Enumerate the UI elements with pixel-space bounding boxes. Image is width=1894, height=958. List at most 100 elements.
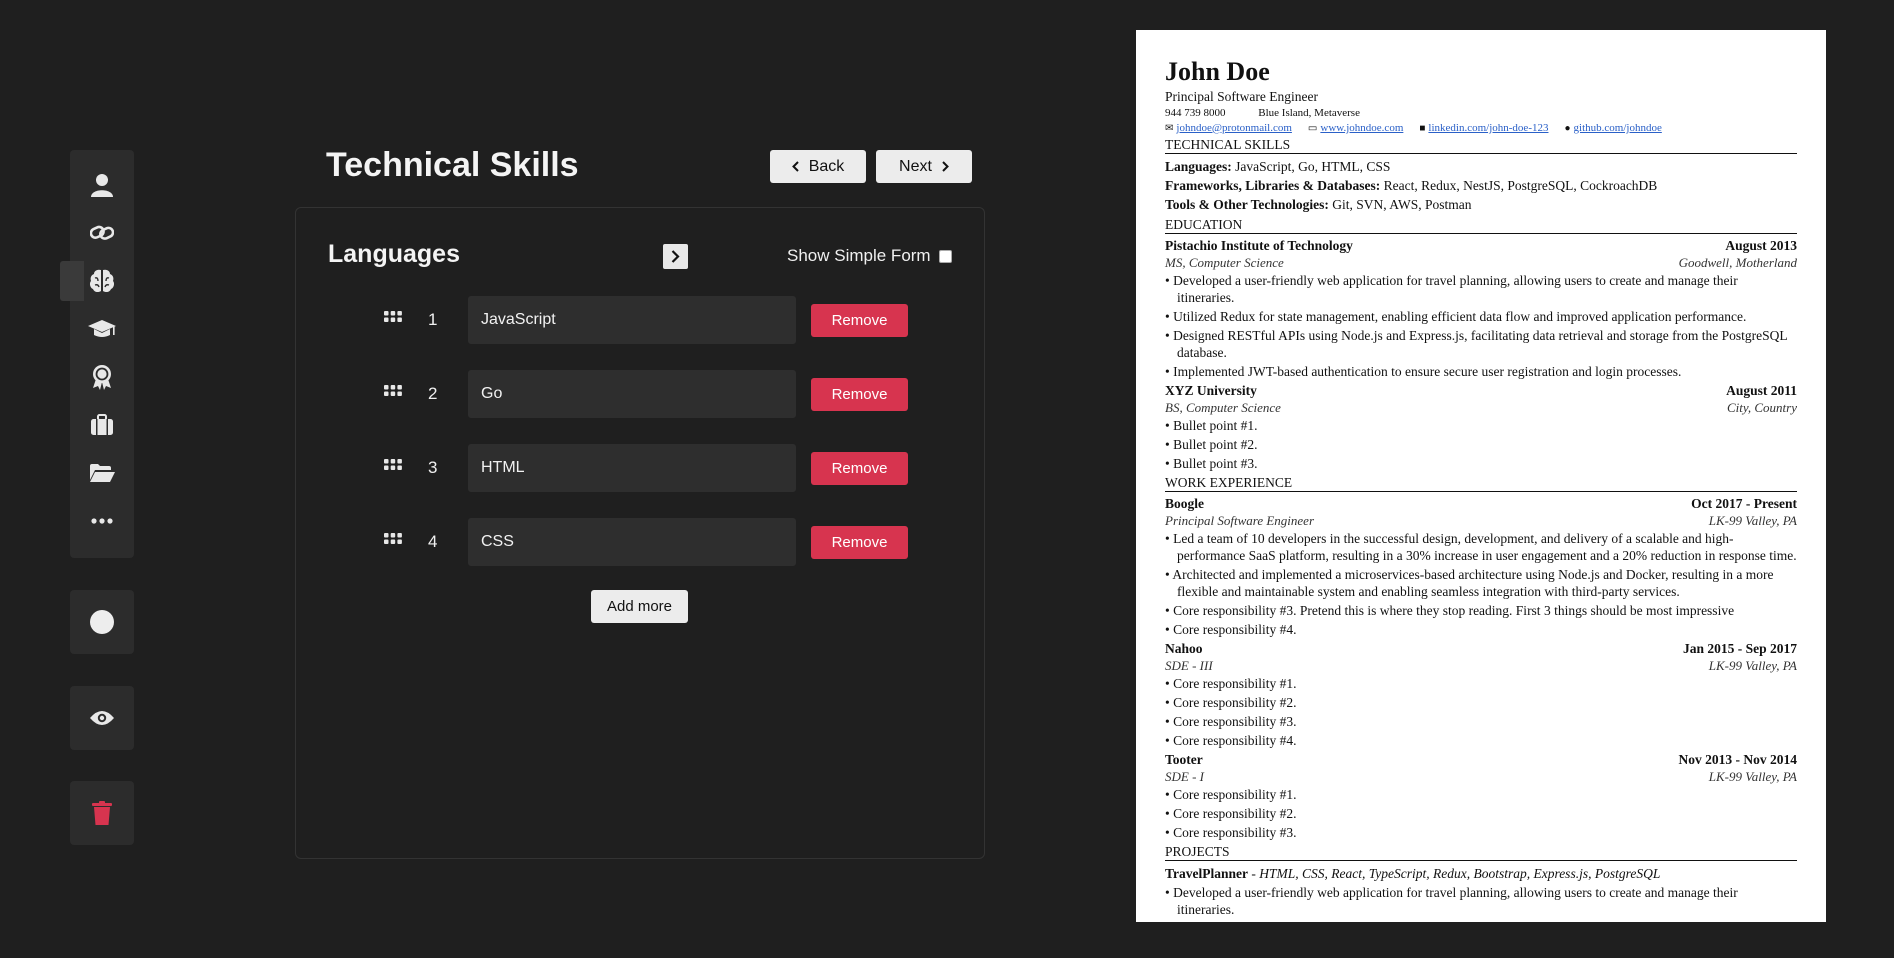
resume-bullet: Implemented JWT-based authentication to …: [1165, 363, 1797, 380]
resume-entry-header: Tooter Nov 2013 - Nov 2014: [1165, 751, 1797, 767]
nav-links[interactable]: [70, 213, 134, 253]
skill-index: 1: [428, 310, 438, 329]
resume-name: John Doe: [1165, 57, 1270, 86]
next-button-label: Next: [899, 157, 932, 175]
simple-form-label: Show Simple Form: [787, 246, 931, 265]
resume-linkedin-link[interactable]: linkedin.com/john-doe-123: [1428, 122, 1548, 134]
next-button[interactable]: Next: [876, 150, 972, 183]
resume-bullet: Core responsibility #2.: [1165, 805, 1797, 822]
resume-bullet: Designed RESTful APIs using Node.js and …: [1165, 327, 1797, 361]
resume-bullet: Core responsibility #4.: [1165, 621, 1797, 638]
resume-github-link[interactable]: github.com/johndoe: [1574, 122, 1662, 134]
back-button-label: Back: [808, 157, 845, 175]
page-title: Technical Skills: [326, 146, 579, 184]
resume-title: Principal Software Engineer: [1165, 88, 1318, 104]
add-more-button[interactable]: Add more: [591, 590, 688, 623]
skill-input[interactable]: [468, 444, 796, 492]
theme-button[interactable]: [70, 590, 134, 654]
eye-icon: [90, 711, 114, 725]
resume-bullet: Architected and implemented a microservi…: [1165, 566, 1797, 600]
nav-certifications[interactable]: [70, 357, 134, 397]
resume-skill-line: Frameworks, Libraries & Databases: React…: [1165, 177, 1658, 193]
resume-location: Blue Island, Metaverse: [1258, 106, 1360, 119]
resume-email-link[interactable]: johndoe@protonmail.com: [1176, 122, 1292, 134]
resume-entry-header: Boogle Oct 2017 - Present: [1165, 495, 1797, 511]
resume-entry-header: Nahoo Jan 2015 - Sep 2017: [1165, 640, 1797, 656]
nav-more[interactable]: [70, 501, 134, 541]
resume-bullet: Developed a user-friendly web applicatio…: [1165, 884, 1797, 918]
resume-links: ✉ johndoe@protonmail.com ▭ www.johndoe.com…: [1165, 122, 1797, 134]
skills-panel: Languages Show Simple Form 1 Remove 2 Re…: [295, 207, 985, 859]
github-icon: ●: [1564, 122, 1571, 134]
resume-work-heading: WORK EXPERIENCE: [1165, 474, 1797, 492]
resume-contact-meta: 944 739 8000 Blue Island, Metaverse: [1165, 107, 1797, 119]
briefcase-icon: [91, 414, 113, 435]
circle-icon: [90, 610, 114, 634]
resume-bullet: Bullet point #3.: [1165, 455, 1797, 472]
resume-bullet: Core responsibility #3.: [1165, 713, 1797, 730]
chevron-right-icon: [671, 250, 680, 263]
drag-handle-icon[interactable]: [384, 311, 402, 327]
remove-button[interactable]: Remove: [811, 526, 908, 559]
resume-bullet: Bullet point #2.: [1165, 436, 1797, 453]
drag-handle-icon[interactable]: [384, 533, 402, 549]
resume-entry-subheader: BS, Computer Science City, Country: [1165, 399, 1797, 415]
skill-row: 2 Remove: [296, 370, 984, 420]
resume-bullet: Bullet point #1.: [1165, 417, 1797, 434]
delete-button[interactable]: [70, 781, 134, 845]
brain-icon: [89, 269, 115, 293]
skill-row: 4 Remove: [296, 518, 984, 568]
skill-index: 2: [428, 384, 438, 403]
chevron-right-icon: [942, 161, 949, 172]
resume-bullet: Developed a user-friendly web applicatio…: [1165, 272, 1797, 306]
folder-open-icon: [90, 464, 115, 482]
preview-button[interactable]: [70, 686, 134, 750]
resume-skill-line: Tools & Other Technologies: Git, SVN, AW…: [1165, 196, 1472, 212]
drag-handle-icon[interactable]: [384, 385, 402, 401]
expand-section-button[interactable]: [663, 244, 688, 269]
nav-skills[interactable]: [60, 261, 134, 301]
resume-skills-heading: TECHNICAL SKILLS: [1165, 136, 1797, 154]
nav-education[interactable]: [70, 309, 134, 349]
resume-bullet: Led a team of 10 developers in the succe…: [1165, 530, 1797, 564]
skill-input[interactable]: [468, 518, 796, 566]
remove-button[interactable]: Remove: [811, 378, 908, 411]
nav-personal-info[interactable]: [70, 165, 134, 205]
skill-input[interactable]: [468, 296, 796, 344]
resume-bullet: Core responsibility #1.: [1165, 675, 1797, 692]
back-button[interactable]: Back: [770, 150, 866, 183]
drag-handle-icon[interactable]: [384, 459, 402, 475]
trash-icon: [92, 801, 112, 825]
user-icon: [91, 174, 113, 197]
linkedin-icon: ■: [1419, 122, 1426, 134]
link-icon: [90, 225, 114, 240]
simple-form-checkbox[interactable]: [938, 249, 952, 263]
resume-entry-subheader: SDE - I LK-99 Valley, PA: [1165, 768, 1797, 784]
resume-bullet: Core responsibility #3.: [1165, 824, 1797, 841]
remove-button[interactable]: Remove: [811, 304, 908, 337]
sidebar-nav: [60, 150, 134, 558]
resume-entry-header: XYZ University August 2011: [1165, 382, 1797, 398]
skill-input[interactable]: [468, 370, 796, 418]
chevron-left-icon: [791, 161, 799, 172]
resume-skill-line: Languages: JavaScript, Go, HTML, CSS: [1165, 158, 1391, 174]
skill-index: 4: [428, 532, 438, 551]
graduation-cap-icon: [88, 320, 116, 337]
remove-button[interactable]: Remove: [811, 452, 908, 485]
resume-bullet: Utilized Redux for state management, ena…: [1165, 308, 1797, 325]
resume-entry-subheader: MS, Computer Science Goodwell, Motherland: [1165, 254, 1797, 270]
skill-row: 3 Remove: [296, 444, 984, 494]
resume-project-header: TravelPlanner - HTML, CSS, React, TypeSc…: [1165, 865, 1661, 881]
resume-bullet: Core responsibility #2.: [1165, 694, 1797, 711]
simple-form-toggle[interactable]: Show Simple Form: [787, 246, 952, 266]
section-title: Languages: [328, 240, 460, 268]
resume-website-link[interactable]: www.johndoe.com: [1320, 122, 1403, 134]
resume-phone: 944 739 8000: [1165, 106, 1226, 119]
resume-entry-header: Pistachio Institute of Technology August …: [1165, 237, 1797, 253]
nav-projects[interactable]: [70, 453, 134, 493]
resume-entry-subheader: SDE - III LK-99 Valley, PA: [1165, 657, 1797, 673]
mail-icon: ✉: [1165, 122, 1174, 134]
laptop-icon: ▭: [1307, 122, 1318, 134]
award-icon: [93, 365, 111, 390]
nav-work-experience[interactable]: [70, 405, 134, 445]
